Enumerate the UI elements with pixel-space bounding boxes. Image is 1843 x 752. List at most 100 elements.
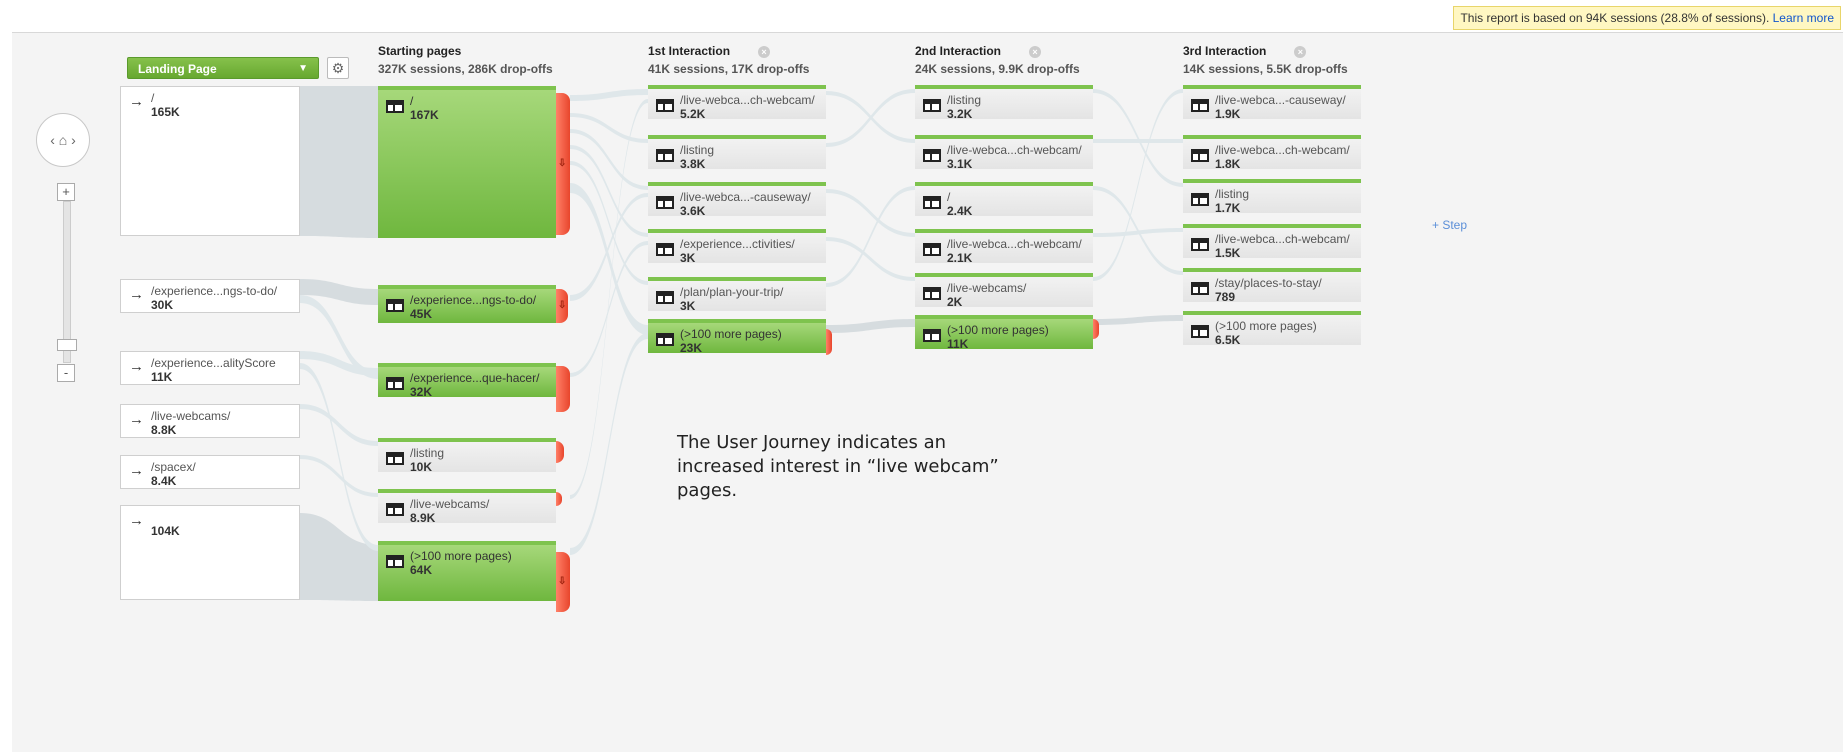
page-icon xyxy=(386,452,404,465)
node-label: /live-webca...ch-webcam/ xyxy=(947,143,1082,157)
add-step-button[interactable]: + Step xyxy=(1432,218,1467,232)
page-icon xyxy=(923,329,941,342)
first-interaction-node[interactable]: /live-webca...-causeway/ 3.6K xyxy=(648,182,826,218)
zoom-in-button[interactable]: + xyxy=(57,183,75,201)
column-header-1st: 1st Interaction × 41K sessions, 17K drop-… xyxy=(648,44,809,76)
first-interaction-node[interactable]: /listing 3.8K xyxy=(648,135,826,171)
node-count: 3.8K xyxy=(680,157,706,171)
second-interaction-node[interactable]: /listing 3.2K xyxy=(915,85,1093,121)
starting-page-node[interactable]: /live-webcams/ 8.9K xyxy=(378,489,556,525)
starting-page-node[interactable]: / 167K xyxy=(378,86,556,238)
node-label: /stay/places-to-stay/ xyxy=(1215,276,1322,290)
drop-off-bar[interactable]: ⇩ xyxy=(556,289,568,323)
arrow-icon: → xyxy=(129,93,144,110)
drop-off-bar[interactable] xyxy=(556,366,570,412)
page-icon xyxy=(656,291,674,304)
page-icon xyxy=(923,287,941,300)
third-interaction-node[interactable]: /live-webca...-causeway/ 1.9K xyxy=(1183,85,1361,121)
third-interaction-node[interactable]: (>100 more pages) 6.5K xyxy=(1183,311,1361,347)
flow-band xyxy=(570,333,648,555)
drop-off-bar[interactable] xyxy=(826,329,832,355)
page-icon xyxy=(656,333,674,346)
drop-off-arrow-icon: ⇩ xyxy=(558,576,567,587)
first-interaction-node[interactable]: /plan/plan-your-trip/ 3K xyxy=(648,277,826,313)
page-icon xyxy=(656,243,674,256)
node-count: 23K xyxy=(680,341,703,355)
node-label: /live-webcams/ xyxy=(947,281,1027,295)
flow-band xyxy=(826,186,915,287)
second-interaction-node[interactable]: /live-webca...ch-webcam/ 2.1K xyxy=(915,229,1093,265)
node-count: 1.7K xyxy=(1215,201,1241,215)
page-icon xyxy=(1191,193,1209,206)
page-icon xyxy=(1191,99,1209,112)
close-icon[interactable]: × xyxy=(1294,45,1307,58)
drop-off-bar[interactable]: ⇩ xyxy=(556,93,570,235)
zoom-slider-handle[interactable] xyxy=(57,339,77,351)
page-icon xyxy=(923,196,941,209)
page-icon xyxy=(923,243,941,256)
third-interaction-node[interactable]: /stay/places-to-stay/ 789 xyxy=(1183,268,1361,304)
flow-panel: Landing Page ▼ ⚙ Starting pages 327K ses… xyxy=(12,32,1843,752)
node-label: /live-webca...ch-webcam/ xyxy=(947,237,1082,251)
landing-node[interactable]: → / 165K xyxy=(120,86,300,236)
node-count: 165K xyxy=(151,105,180,119)
node-count: 3.1K xyxy=(947,157,973,171)
flow-band xyxy=(570,161,648,285)
first-interaction-node[interactable]: /live-webca...ch-webcam/ 5.2K xyxy=(648,85,826,121)
settings-button[interactable]: ⚙ xyxy=(327,57,349,79)
node-count: 1.9K xyxy=(1215,107,1241,121)
first-interaction-node[interactable]: /experience...ctivities/ 3K xyxy=(648,229,826,265)
node-count: 6.5K xyxy=(1215,333,1241,347)
page-icon xyxy=(923,149,941,162)
third-interaction-node[interactable]: /live-webca...ch-webcam/ 1.8K xyxy=(1183,135,1361,171)
landing-node[interactable]: → /live-webcams/ 8.8K xyxy=(120,404,300,438)
home-navigation-button[interactable]: ‹ ⌂ › xyxy=(36,113,90,167)
node-count: 10K xyxy=(410,460,433,474)
learn-more-link[interactable]: Learn more xyxy=(1773,11,1834,25)
landing-node[interactable]: → /experience...ngs-to-do/ 30K xyxy=(120,279,300,313)
annotation-note: The User Journey indicates an increased … xyxy=(677,432,999,501)
first-interaction-node[interactable]: (>100 more pages) 23K xyxy=(648,319,826,355)
node-count: 3.6K xyxy=(680,204,706,218)
landing-node[interactable]: → 104K xyxy=(120,505,300,600)
node-label: /live-webcams/ xyxy=(410,497,490,511)
sampling-banner: This report is based on 94K sessions (28… xyxy=(1453,6,1841,30)
landing-node[interactable]: → /spacex/ 8.4K xyxy=(120,455,300,489)
node-label: /experience...ngs-to-do/ xyxy=(410,293,537,307)
starting-page-node[interactable]: /experience...que-hacer/ 32K xyxy=(378,363,556,399)
flow-band xyxy=(300,86,378,238)
close-icon[interactable]: × xyxy=(758,45,771,58)
node-label: (>100 more pages) xyxy=(410,549,512,563)
drop-off-bar[interactable] xyxy=(1093,319,1099,339)
node-label: (>100 more pages) xyxy=(947,323,1049,337)
column-title: 2nd Interaction × xyxy=(915,44,1080,58)
node-count: 3K xyxy=(680,299,696,313)
dimension-dropdown[interactable]: Landing Page ▼ xyxy=(127,57,319,79)
landing-node[interactable]: → /experience...alityScore 11K xyxy=(120,351,300,385)
node-count: 8.9K xyxy=(410,511,436,525)
node-count: 167K xyxy=(410,108,439,122)
drop-off-bar[interactable]: ⇩ xyxy=(556,552,570,612)
second-interaction-node[interactable]: (>100 more pages) 11K xyxy=(915,315,1093,351)
page-icon xyxy=(656,99,674,112)
close-icon[interactable]: × xyxy=(1029,45,1042,58)
node-count: 2K xyxy=(947,295,963,309)
node-label: / xyxy=(947,190,951,204)
node-count: 8.4K xyxy=(151,474,177,488)
third-interaction-node[interactable]: /live-webca...ch-webcam/ 1.5K xyxy=(1183,224,1361,260)
second-interaction-node[interactable]: / 2.4K xyxy=(915,182,1093,218)
second-interaction-node[interactable]: /live-webcams/ 2K xyxy=(915,273,1093,309)
third-interaction-node[interactable]: /listing 1.7K xyxy=(1183,179,1361,215)
flow-band xyxy=(1093,89,1183,281)
starting-page-node[interactable]: (>100 more pages) 64K xyxy=(378,541,556,601)
starting-page-node[interactable]: /experience...ngs-to-do/ 45K xyxy=(378,285,556,323)
arrow-icon: → xyxy=(129,411,144,428)
flow-band xyxy=(570,89,648,101)
flow-band xyxy=(826,237,915,281)
starting-page-node[interactable]: /listing 10K xyxy=(378,438,556,474)
zoom-out-button[interactable]: - xyxy=(57,364,75,382)
node-count: 104K xyxy=(151,524,180,538)
second-interaction-node[interactable]: /live-webca...ch-webcam/ 3.1K xyxy=(915,135,1093,171)
flow-band xyxy=(300,455,378,497)
node-count: 5.2K xyxy=(680,107,706,121)
